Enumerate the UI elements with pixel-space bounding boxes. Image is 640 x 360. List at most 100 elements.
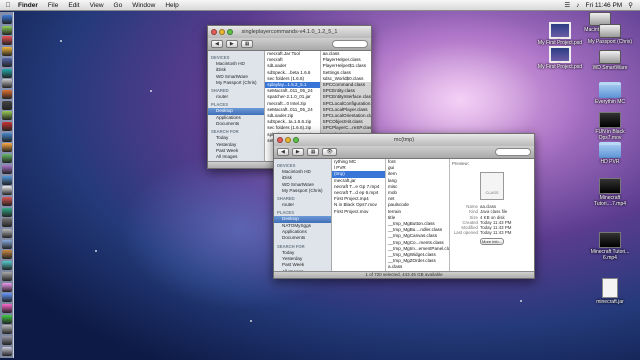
wifi-icon[interactable]: ☰ (561, 1, 573, 9)
menu-finder[interactable]: Finder (13, 2, 43, 9)
desktop-icon[interactable]: FUN in Black Ops7.mov (584, 112, 636, 141)
menu-file[interactable]: File (43, 2, 63, 9)
desktop-icon[interactable]: Everythin MC (584, 82, 636, 105)
back-button[interactable]: ◀ (211, 40, 223, 48)
finder-sidebar: DEVICES Macintosh HD iDisk WD SmartWare My P… (274, 159, 332, 271)
wallpaper-star (95, 250, 97, 252)
desktop-icon-label: WD SmartWare (592, 65, 628, 71)
preview-info: Name aa.class Kind Java class file Size 4 KB … (452, 204, 532, 235)
file-row[interactable]: SPCLocalConfiguration.class (320, 100, 371, 107)
volume-icon[interactable]: ♪ (573, 2, 582, 9)
desktop-icon[interactable]: WD SmartWare (584, 50, 636, 71)
search-input[interactable] (332, 40, 368, 48)
sidebar-section-header: PLACES (211, 102, 228, 108)
desktop-icon[interactable]: Minecraft Tutori....7.mp4 (584, 178, 636, 207)
spotlight-icon[interactable]: ⚲ (625, 1, 636, 9)
menu-window[interactable]: Window (127, 2, 160, 9)
dock-app-icon[interactable] (2, 218, 12, 228)
file-row[interactable]: First Project.mov (332, 209, 385, 215)
dock-app-icon[interactable] (2, 111, 12, 121)
dock-app-icon[interactable] (2, 175, 12, 185)
apple-icon[interactable]:  (3, 2, 13, 9)
dock-app-icon[interactable] (2, 314, 12, 324)
file-row[interactable]: SPCEntityInterface.class (320, 94, 371, 101)
dock-app-icon[interactable] (2, 261, 12, 271)
finder-column[interactable]: rything MC l PVR (tmp) mecraft.jar necraft T… (332, 159, 386, 271)
finder-column[interactable]: font gui item lang misc mob net paulscode terrai… (386, 159, 450, 271)
menu-edit[interactable]: Edit (63, 2, 84, 9)
dock-app-icon[interactable] (2, 68, 12, 78)
view-mode-button[interactable]: ▦ (306, 148, 320, 156)
finder-window-front[interactable]: mc(tmp) ◀ ▶ ▦ 👁 DEVICES Macintosh HD iDisk… (273, 133, 535, 279)
folder-icon (599, 82, 621, 98)
dock-app-icon[interactable] (2, 25, 12, 35)
quicklook-button[interactable]: 👁 (322, 148, 337, 156)
desktop-icon-label: My First Project.psd (537, 64, 583, 70)
dock-app-icon[interactable] (2, 186, 12, 196)
dock-app-icon[interactable] (2, 250, 12, 260)
sidebar-section-header: DEVICES (277, 163, 296, 168)
dock-app-icon[interactable] (2, 89, 12, 99)
clock[interactable]: Fri 11:46 PM (583, 2, 626, 9)
file-row[interactable]: __tmp_MgCo...ments.class (386, 240, 449, 246)
menu-go[interactable]: Go (109, 2, 128, 9)
dock-app-icon[interactable] (2, 79, 12, 89)
dock-app-icon[interactable] (2, 229, 12, 238)
dock-app-icon[interactable] (2, 154, 12, 164)
preview-pane: Preview: CLASS Name aa.class Kind Java clas… (450, 159, 534, 271)
dock-app-icon[interactable] (2, 57, 12, 67)
more-info-button[interactable]: More info... (480, 238, 504, 246)
dock-app-icon[interactable] (2, 336, 12, 345)
dock-app-icon[interactable] (2, 143, 12, 153)
dock-app-icon[interactable] (2, 346, 12, 356)
menu-help[interactable]: Help (160, 2, 183, 9)
file-row[interactable]: SPCPlayerC...reSP.class (320, 125, 371, 132)
desktop-icon-label: FUN in Black Ops7.mov (595, 129, 625, 141)
window-toolbar: ◀ ▶ ▦ (208, 38, 371, 51)
back-button[interactable]: ◀ (277, 148, 289, 156)
dock-app-icon[interactable] (2, 293, 12, 303)
window-titlebar[interactable]: mc(tmp) (274, 134, 534, 146)
screen-icon (549, 22, 571, 39)
dock-app-icon[interactable] (2, 100, 12, 110)
forward-button[interactable]: ▶ (291, 148, 304, 156)
sidebar-section-header: SHARED (277, 196, 295, 202)
sidebar-item[interactable]: My Passport (Chris) (274, 188, 331, 194)
desktop-icon[interactable]: My First Project.psd (534, 22, 586, 46)
desktop-icon[interactable]: My Passport (Chris) (584, 24, 636, 45)
dock-app-icon[interactable] (2, 122, 12, 131)
class-file-icon: CLASS (480, 172, 504, 201)
dock-app-icon[interactable] (2, 325, 12, 335)
desktop-icon[interactable]: Minecraft Tutori... 6.mp4 (584, 232, 636, 261)
desktop-icon[interactable]: HD PVR (584, 142, 636, 165)
dock-app-icon[interactable] (2, 239, 12, 249)
wallpaper-star (250, 320, 252, 322)
file-row[interactable]: PlayerHelper$1.class (321, 63, 371, 69)
dock-app-icon[interactable] (2, 47, 12, 57)
sidebar-section-header: SEARCH FOR (277, 243, 305, 249)
dock-app-icon[interactable] (2, 207, 12, 217)
dock-app-icon[interactable] (2, 282, 12, 292)
forward-button[interactable]: ▶ (225, 40, 238, 48)
dock-app-icon[interactable] (2, 132, 12, 142)
window-titlebar[interactable]: singleplayercommands-v4.1.0_1.2_5_1 (208, 26, 371, 38)
dock-app-icon[interactable] (2, 164, 12, 174)
dock-app-icon[interactable] (2, 271, 12, 281)
dock-app-icon[interactable] (2, 15, 12, 24)
dock-app-icon[interactable] (2, 196, 12, 206)
search-input[interactable] (495, 148, 531, 156)
sidebar-section-header: SHARED (211, 88, 229, 94)
dock-app-icon[interactable] (2, 36, 12, 46)
movie-icon (599, 178, 621, 194)
desktop-icon-label: minecraft.jar (596, 299, 624, 305)
sidebar-item[interactable]: My Passport (Chris) (208, 80, 264, 86)
view-mode-button[interactable]: ▦ (240, 40, 254, 48)
desktop-icon-label: Everythin MC (594, 99, 625, 105)
sidebar-item[interactable]: All Images (208, 154, 264, 160)
menu-view[interactable]: View (85, 2, 109, 9)
dock (0, 12, 14, 358)
desktop-icon[interactable]: My First Project.psd (534, 46, 586, 70)
desktop-icon[interactable]: minecraft.jar (584, 278, 636, 305)
dock-app-icon[interactable] (2, 303, 12, 313)
desktop-icon-label: My Passport (Chris) (587, 39, 633, 45)
